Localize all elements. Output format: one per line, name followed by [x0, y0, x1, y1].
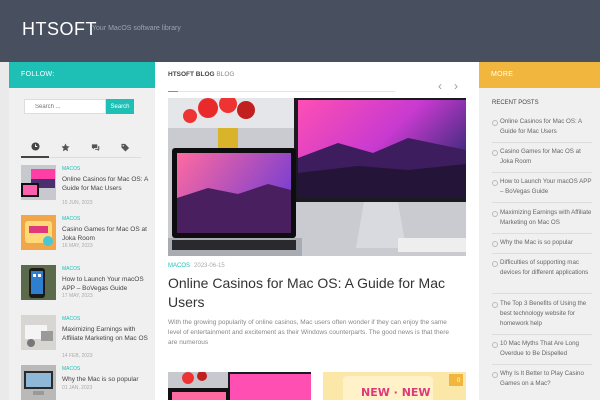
post-category[interactable]: MACOS [62, 216, 80, 222]
post-date: 17 MAY, 2023 [62, 293, 93, 299]
site-tagline: Your MacOS software library [92, 25, 181, 32]
post-title[interactable]: Online Casinos for Mac OS: A Guide for M… [168, 274, 458, 312]
post-date: 15 JUN, 2023 [62, 200, 93, 206]
list-item[interactable]: MACOS Why the Mac is so popular 01 JAN, … [21, 365, 151, 400]
site-header: HTSOFT Your MacOS software library [0, 0, 600, 62]
divider [492, 293, 592, 294]
post-thumbnail[interactable] [21, 365, 56, 400]
recent-posts-title: RECENT POSTS [492, 100, 539, 106]
tags-icon [120, 143, 129, 152]
list-item[interactable]: MACOS How to Launch Your macOS APP – BoV… [21, 265, 151, 315]
clock-icon [30, 141, 40, 151]
list-item[interactable]: MACOS Online Casinos for Mac OS: A Guide… [21, 165, 151, 215]
post-title[interactable]: How to Launch Your macOS APP – BoVegas G… [62, 275, 152, 293]
post-meta: MACOS 2023-06-15 [168, 263, 225, 269]
post-thumbnail[interactable] [21, 265, 56, 300]
site-title[interactable]: HTSOFT [22, 19, 97, 40]
divider [492, 202, 592, 203]
breadcrumb-current: BLOG [216, 71, 235, 78]
post-title[interactable]: Casino Games for Mac OS at Joka Room [62, 225, 152, 243]
post-category[interactable]: MACOS [62, 266, 80, 272]
post-category[interactable]: MACOS [168, 263, 190, 269]
chevron-left-icon[interactable]: ‹ [438, 80, 448, 92]
post-date: 2023-06-15 [194, 263, 225, 269]
left-sidebar: FOLLOW: Search MACOS Online Casinos for … [9, 62, 155, 400]
tab-comments[interactable] [81, 136, 109, 158]
post-thumbnail[interactable] [21, 165, 56, 200]
divider [492, 364, 592, 365]
recent-post-link[interactable]: 10 Mac Myths That Are Long Overdue to Be… [492, 339, 592, 359]
breadcrumb: HTSOFT BLOG BLOG [168, 71, 234, 78]
follow-heading: FOLLOW: [9, 62, 155, 88]
star-icon [60, 142, 70, 151]
breadcrumb-blog-link[interactable]: HTSOFT BLOG [168, 71, 215, 78]
divider [168, 91, 395, 92]
recent-post-link[interactable]: The Top 3 Benefits of Using the best tec… [492, 299, 592, 329]
chevron-right-icon[interactable]: › [454, 80, 464, 92]
post-date: 16 MAY, 2023 [62, 243, 93, 249]
sidebar-tabs [21, 136, 141, 158]
recent-post-link[interactable]: Casino Games for Mac OS at Joka Room [492, 147, 592, 167]
post-category[interactable]: MACOS [62, 366, 80, 372]
tab-tags[interactable] [111, 136, 139, 158]
recent-post-link[interactable]: Why the Mac is so popular [492, 238, 592, 248]
divider [492, 142, 592, 143]
post-title[interactable]: Online Casinos for Mac OS: A Guide for M… [62, 175, 152, 193]
post-date: 14 FEB, 2023 [62, 353, 93, 359]
main-content: HTSOFT BLOG BLOG ‹ › MACOS 2023-06-15 On… [155, 62, 479, 400]
recent-post-link[interactable]: Maximizing Earnings with Affiliate Marke… [492, 208, 592, 228]
comments-icon [91, 143, 99, 151]
slider-arrows: ‹ › [438, 80, 468, 92]
post-date: 01 JAN, 2023 [62, 385, 93, 391]
post-title[interactable]: Maximizing Earnings with Affiliate Marke… [62, 325, 152, 343]
search-input[interactable] [24, 99, 106, 114]
svg-text:NEW · NEW: NEW · NEW [361, 386, 431, 399]
tab-recent[interactable] [21, 136, 49, 158]
recent-post-link[interactable]: Why Is It Better to Play Casino Games on… [492, 369, 592, 389]
post-thumbnail[interactable] [21, 315, 56, 350]
right-sidebar: MORE RECENT POSTS Online Casinos for Mac… [479, 62, 600, 400]
recent-post-link[interactable]: Difficulties of supporting mac devices f… [492, 258, 592, 278]
post-thumbnail[interactable] [168, 372, 311, 400]
divider [492, 253, 592, 254]
search-button[interactable]: Search [106, 99, 134, 114]
post-category[interactable]: MACOS [62, 166, 80, 172]
list-item[interactable]: MACOS Maximizing Earnings with Affiliate… [21, 315, 151, 365]
list-item[interactable]: MACOS Casino Games for Mac OS at Joka Ro… [21, 215, 151, 265]
search-form: Search [24, 99, 144, 114]
more-heading: MORE [479, 62, 600, 88]
post-title[interactable]: Why the Mac is so popular [62, 375, 152, 384]
recent-post-link[interactable]: How to Launch Your macOS APP – BoVegas G… [492, 177, 592, 197]
comment-count-badge: 0 [457, 378, 461, 384]
post-category[interactable]: MACOS [62, 316, 80, 322]
divider [492, 334, 592, 335]
divider [492, 172, 592, 173]
divider [492, 233, 592, 234]
post-excerpt: With the growing popularity of online ca… [168, 319, 449, 345]
featured-image[interactable] [168, 98, 466, 256]
post-thumbnail[interactable] [21, 215, 56, 250]
post-thumbnail[interactable]: NEW · NEW [323, 372, 466, 400]
recent-post-link[interactable]: Online Casinos for Mac OS: A Guide for M… [492, 117, 592, 137]
tab-popular[interactable] [51, 136, 79, 158]
